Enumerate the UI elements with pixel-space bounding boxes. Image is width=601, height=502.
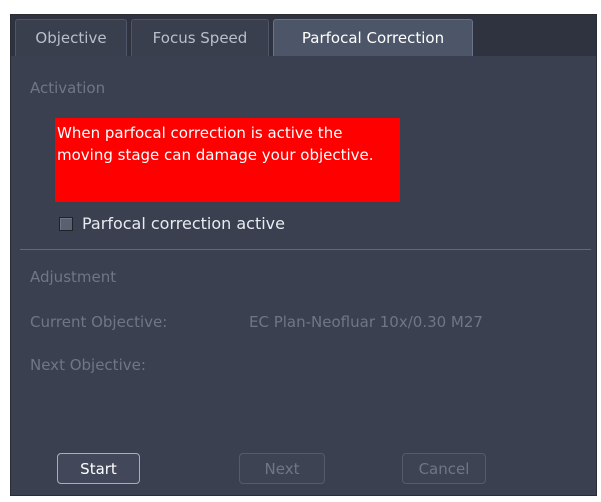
next-objective-label: Next Objective: — [30, 356, 146, 374]
adjustment-heading: Adjustment — [30, 268, 117, 286]
parfocal-active-checkbox-row[interactable]: Parfocal correction active — [59, 214, 285, 233]
section-divider — [20, 249, 591, 250]
activation-heading: Activation — [30, 79, 106, 97]
next-button[interactable]: Next — [239, 453, 325, 484]
start-button[interactable]: Start — [57, 453, 140, 484]
cancel-button[interactable]: Cancel — [402, 453, 486, 484]
parfocal-settings-panel: Objective Focus Speed Parfocal Correctio… — [10, 14, 597, 496]
parfocal-active-label[interactable]: Parfocal correction active — [82, 214, 285, 233]
tab-parfocal-correction[interactable]: Parfocal Correction — [273, 19, 473, 56]
current-objective-value: EC Plan-Neofluar 10x/0.30 M27 — [249, 313, 483, 331]
warning-message: When parfocal correction is active the m… — [55, 118, 400, 202]
tab-bar: Objective Focus Speed Parfocal Correctio… — [11, 15, 596, 56]
tab-focus-speed[interactable]: Focus Speed — [131, 19, 269, 56]
current-objective-label: Current Objective: — [30, 313, 168, 331]
parfocal-active-checkbox[interactable] — [59, 216, 73, 231]
tab-objective[interactable]: Objective — [15, 19, 127, 56]
